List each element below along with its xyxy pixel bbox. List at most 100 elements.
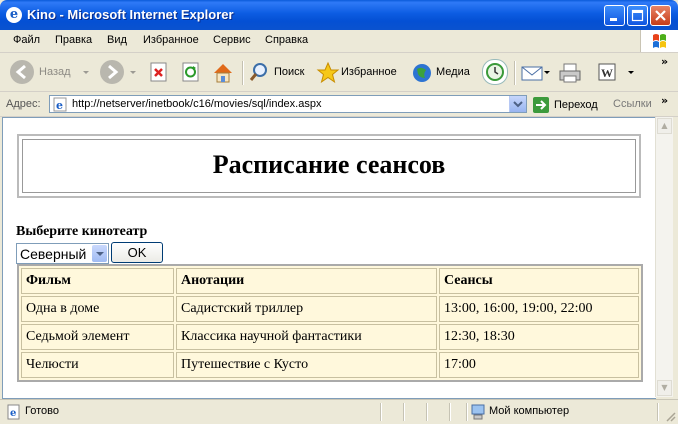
ok-button[interactable]: OK xyxy=(111,242,163,263)
search-icon xyxy=(248,61,270,83)
page-content: Расписание сеансов Выберите кинотеатр Се… xyxy=(2,117,656,399)
word-icon: W xyxy=(596,61,618,83)
ie-icon: e xyxy=(6,7,22,23)
svg-text:e: e xyxy=(10,408,16,419)
status-divider xyxy=(466,403,468,421)
go-button[interactable]: Переход xyxy=(533,96,598,114)
scroll-down-icon[interactable]: ▼ xyxy=(657,380,672,396)
menu-tools[interactable]: Сервис xyxy=(213,34,251,46)
table-header-row: Фильм Анотации Сеансы xyxy=(21,268,639,294)
cell-film: Одна в доме xyxy=(21,296,174,322)
menu-file[interactable]: Файл xyxy=(13,34,40,46)
cell-annotation: Классика научной фантастики xyxy=(176,324,437,350)
title-bar[interactable]: e Kino - Microsoft Internet Explorer xyxy=(0,0,678,30)
print-button[interactable] xyxy=(558,57,581,87)
edit-word-button[interactable]: W xyxy=(596,57,634,87)
my-computer-icon xyxy=(471,404,485,420)
back-label: Назад xyxy=(39,66,71,78)
address-dropdown-button[interactable] xyxy=(509,96,526,112)
forward-dropdown-icon[interactable] xyxy=(130,70,136,74)
address-label: Адрес: xyxy=(6,98,41,110)
media-button[interactable]: Медиа xyxy=(411,57,470,87)
cinema-select-value: Северный xyxy=(20,246,87,262)
go-label: Переход xyxy=(554,99,598,111)
chevron-down-icon[interactable] xyxy=(92,245,107,262)
menu-bar: Файл Правка Вид Избранное Сервис Справка xyxy=(0,30,678,53)
back-button[interactable]: Назад xyxy=(10,57,89,87)
status-text: Готово xyxy=(25,405,59,417)
window-title: Kino - Microsoft Internet Explorer xyxy=(27,7,234,22)
address-input[interactable]: e http://netserver/inetbook/c16/movies/s… xyxy=(49,95,527,113)
status-divider xyxy=(449,403,451,421)
page-done-icon: e xyxy=(7,404,20,420)
stop-button[interactable] xyxy=(148,57,170,87)
toolbar-separator-2 xyxy=(514,61,516,85)
address-url: http://netserver/inetbook/c16/movies/sql… xyxy=(72,98,322,110)
mail-dropdown-icon[interactable] xyxy=(544,70,550,74)
home-button[interactable] xyxy=(211,57,233,87)
history-button[interactable] xyxy=(482,57,508,87)
forward-button[interactable] xyxy=(100,57,136,87)
cell-sessions: 12:30, 18:30 xyxy=(439,324,639,350)
chevron-down-icon xyxy=(513,101,523,108)
close-icon xyxy=(655,10,666,21)
word-dropdown-icon[interactable] xyxy=(628,70,634,74)
header-annotations: Анотации xyxy=(176,268,437,294)
links-chevron-icon[interactable]: » xyxy=(661,94,668,107)
windows-logo xyxy=(640,30,678,52)
favorites-label: Избранное xyxy=(341,66,397,78)
minimize-button[interactable] xyxy=(604,5,625,26)
menu-favorites[interactable]: Избранное xyxy=(143,34,199,46)
status-bar: e Готово Мой компьютер xyxy=(0,399,678,424)
back-dropdown-icon[interactable] xyxy=(82,70,89,74)
media-label: Медиа xyxy=(436,66,470,78)
toolbar-overflow-chevron-icon[interactable]: » xyxy=(661,55,668,68)
table-row: Одна в доме Садистский триллер 13:00, 16… xyxy=(21,296,639,322)
minimize-icon xyxy=(610,18,617,21)
status-divider xyxy=(380,403,382,421)
cell-film: Челюсти xyxy=(21,352,174,378)
menu-help[interactable]: Справка xyxy=(265,34,308,46)
schedule-table: Фильм Анотации Сеансы Одна в доме Садист… xyxy=(17,264,643,382)
windows-flag-icon xyxy=(653,34,666,48)
favorites-button[interactable]: Избранное xyxy=(316,57,397,87)
history-icon xyxy=(482,59,508,85)
search-label: Поиск xyxy=(274,66,305,78)
status-divider xyxy=(657,403,659,421)
mail-button[interactable] xyxy=(520,57,550,87)
status-divider xyxy=(426,403,428,421)
refresh-button[interactable] xyxy=(180,57,202,87)
search-button[interactable]: Поиск xyxy=(248,57,304,87)
cell-annotation: Садистский триллер xyxy=(176,296,437,322)
mail-icon xyxy=(520,61,543,83)
media-globe-icon xyxy=(411,61,433,83)
header-sessions: Сеансы xyxy=(439,268,639,294)
links-toolbar[interactable]: Ссылки xyxy=(613,98,652,110)
table-row: Челюсти Путешествие с Кусто 17:00 xyxy=(21,352,639,378)
choose-cinema-label: Выберите кинотеатр xyxy=(16,224,148,239)
cell-sessions: 13:00, 16:00, 19:00, 22:00 xyxy=(439,296,639,322)
cell-film: Седьмой элемент xyxy=(21,324,174,350)
svg-text:W: W xyxy=(601,66,613,80)
svg-text:e: e xyxy=(56,99,63,112)
menu-edit[interactable]: Правка xyxy=(55,34,92,46)
resize-grip-icon[interactable] xyxy=(664,410,676,422)
home-icon xyxy=(211,61,233,83)
toolbar: Назад Поиск Избранное Медиа W » xyxy=(0,53,678,92)
vertical-scrollbar[interactable]: ▲ ▼ xyxy=(655,117,673,397)
browser-window: e Kino - Microsoft Internet Explorer Фай… xyxy=(0,0,678,424)
table-row: Седьмой элемент Классика научной фантаст… xyxy=(21,324,639,350)
favorites-star-icon xyxy=(316,61,340,84)
page-ie-icon: e xyxy=(53,97,67,112)
refresh-icon xyxy=(180,61,202,83)
toolbar-separator xyxy=(242,61,244,85)
scroll-up-icon[interactable]: ▲ xyxy=(657,118,672,134)
page-header-box: Расписание сеансов xyxy=(17,134,641,198)
cell-sessions: 17:00 xyxy=(439,352,639,378)
close-button[interactable] xyxy=(650,5,671,26)
cinema-select[interactable]: Северный xyxy=(16,243,109,264)
status-divider xyxy=(403,403,405,421)
maximize-button[interactable] xyxy=(627,5,648,26)
page-header-inner: Расписание сеансов xyxy=(22,139,636,193)
menu-view[interactable]: Вид xyxy=(107,34,127,46)
